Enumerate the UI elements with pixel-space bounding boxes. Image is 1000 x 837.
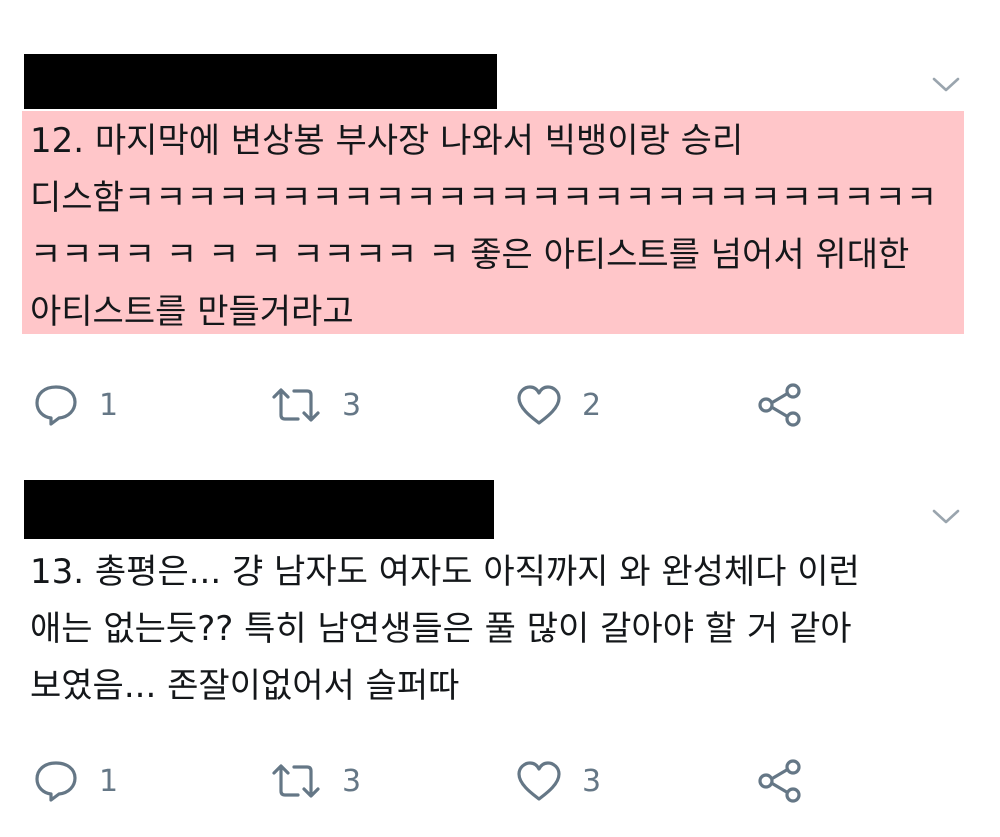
tweet-actions: 1 3 2 [0, 380, 1000, 430]
reply-button[interactable]: 1 [33, 756, 118, 806]
share-button[interactable] [756, 380, 804, 430]
tweet: 13. 총평은... 걍 남자도 여자도 아직까지 와 완성체다 이런 애는 없… [0, 450, 1000, 837]
reply-icon [35, 761, 77, 802]
retweet-count: 3 [342, 763, 362, 799]
tweet-text: 13. 총평은... 걍 남자도 여자도 아직까지 와 완성체다 이런 애는 없… [30, 552, 860, 706]
heart-icon [517, 761, 561, 801]
retweet-icon [272, 764, 320, 798]
tweet: 12. 마지막에 변상봉 부사장 나와서 빅뱅이랑 승리 디스함ㅋㅋㅋㅋㅋㅋㅋㅋ… [0, 0, 1000, 450]
like-count: 2 [582, 387, 602, 423]
retweet-button[interactable]: 3 [270, 756, 361, 806]
retweet-icon [272, 388, 320, 422]
tweet-actions: 1 3 3 [0, 756, 1000, 806]
chevron-down-icon[interactable] [926, 502, 966, 532]
redacted-username [24, 480, 494, 539]
reply-count: 1 [99, 387, 119, 423]
share-icon [758, 759, 801, 803]
heart-icon [517, 385, 561, 425]
like-button[interactable]: 2 [516, 380, 601, 430]
chevron-down-icon[interactable] [926, 70, 966, 100]
share-button[interactable] [756, 756, 804, 806]
share-icon [758, 383, 801, 427]
redacted-username [24, 54, 497, 109]
tweet-text: 12. 마지막에 변상봉 부사장 나와서 빅뱅이랑 승리 디스함ㅋㅋㅋㅋㅋㅋㅋㅋ… [22, 111, 964, 334]
like-button[interactable]: 3 [516, 756, 601, 806]
reply-count: 1 [99, 763, 119, 799]
like-count: 3 [582, 763, 602, 799]
retweet-count: 3 [342, 387, 362, 423]
reply-button[interactable]: 1 [33, 380, 118, 430]
reply-icon [35, 385, 77, 426]
retweet-button[interactable]: 3 [270, 380, 361, 430]
